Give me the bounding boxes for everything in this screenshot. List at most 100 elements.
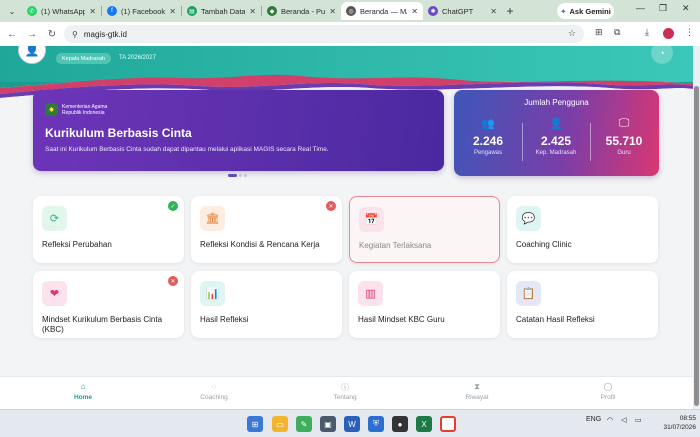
clock-date: 31/07/2026 <box>663 424 696 431</box>
browser-tab[interactable]: ◎ Beranda — MA ✕ <box>341 2 423 20</box>
back-arrow-icon[interactable]: ← <box>4 29 20 40</box>
volume-icon[interactable]: ◁ <box>621 416 626 424</box>
excel-icon[interactable]: X <box>416 416 432 432</box>
tab-close-icon[interactable]: ✕ <box>169 7 176 16</box>
bottom-nav-item[interactable]: ⓘ Tentang <box>305 382 385 401</box>
media-app-icon[interactable]: ● <box>392 416 408 432</box>
calendar-check-icon: 📅 <box>359 207 384 232</box>
chevron-down-icon: ⌄ <box>8 6 16 16</box>
minimize-window-icon[interactable]: — <box>636 3 645 13</box>
menu-card[interactable]: 🏛 Refleksi Kondisi & Rencana Kerja ✕ <box>191 196 342 263</box>
stat-label: Kep. Madrasah <box>535 150 577 156</box>
download-icon[interactable]: ⤓ <box>645 27 649 38</box>
security-shield-icon[interactable]: ⛨ <box>368 416 384 432</box>
carousel-indicator[interactable] <box>228 174 247 177</box>
clipboard-icon: 📋 <box>516 281 541 306</box>
new-tab-button[interactable]: + <box>502 4 518 18</box>
browser-tab[interactable]: ◆ Beranda - Pusat✕ <box>262 2 341 20</box>
page-scrollbar[interactable] <box>693 46 700 409</box>
chat-icon: ◌ <box>211 382 217 391</box>
browser-tab[interactable]: f (1) Facebook ✕ <box>102 2 181 20</box>
tab-close-icon[interactable]: ✕ <box>490 7 497 16</box>
bottom-nav-item[interactable]: ⧗ Riwayat <box>437 382 517 401</box>
extensions-icon[interactable]: ⧉ <box>614 27 620 38</box>
stat-item: 🖵 55.710 Guru <box>590 117 658 156</box>
home-icon: ⌂ <box>80 382 86 391</box>
ask-gemini-button[interactable]: ✦ Ask Gemini <box>557 3 614 19</box>
maximize-window-icon[interactable]: ❐ <box>659 3 667 14</box>
tab-title: ChatGPT <box>442 6 474 16</box>
menu-card-label: Refleksi Perubahan <box>42 240 112 249</box>
browser-tab[interactable]: ✺ ChatGPT ✕ <box>423 2 502 20</box>
system-clock[interactable]: 08:55 31/07/2026 <box>652 414 696 432</box>
menu-card-label: Hasil Mindset KBC Guru <box>358 315 445 324</box>
language-indicator[interactable]: ENG <box>586 416 601 423</box>
menu-card[interactable]: ❤ Mindset Kurikulum Berbasis Cinta (KBC) ✕ <box>33 271 184 338</box>
refresh-icon: ⟳ <box>42 206 67 231</box>
chart-square-icon: ▥ <box>358 281 383 306</box>
web-page: 👤 Kepala Madrasah TA 2026/2027 ◔ ✸ Kemen… <box>0 46 693 409</box>
browser-menu-icon[interactable]: ⋮ <box>685 27 694 38</box>
browser-tab[interactable]: ▤ Tambah Data Ta✕ <box>182 2 261 20</box>
tab-close-icon[interactable]: ✕ <box>249 7 256 16</box>
bottom-nav-item[interactable]: ◯ Profil <box>568 382 648 401</box>
banner-description: Saat ini Kurikulum Berbasis Cinta sudah … <box>45 146 329 153</box>
teacher-icon: 🖵 <box>618 117 630 129</box>
carousel-dot[interactable] <box>228 174 237 177</box>
file-explorer-icon[interactable]: ▭ <box>272 416 288 432</box>
stats-divider <box>590 123 591 161</box>
banner-title: Kurikulum Berbasis Cinta <box>45 126 192 140</box>
forward-arrow-icon[interactable]: → <box>24 29 40 40</box>
ministry-line2: Republik Indonesia <box>62 110 105 116</box>
bottom-nav-label: Home <box>73 394 93 401</box>
menu-card[interactable]: 📋 Catatan Hasil Refleksi <box>507 271 658 338</box>
menu-card[interactable]: ⟳ Refleksi Perubahan ✓ <box>33 196 184 263</box>
tab-close-icon[interactable]: ✕ <box>411 7 418 16</box>
scrollbar-thumb[interactable] <box>694 86 699 406</box>
user-icon: 👤 <box>549 118 563 130</box>
user-icon: ◯ <box>603 382 613 391</box>
tab-close-icon[interactable]: ✕ <box>329 7 336 16</box>
app-icon[interactable]: ▣ <box>320 416 336 432</box>
close-window-icon[interactable]: ✕ <box>682 3 690 14</box>
clock-time: 08:55 <box>679 415 696 422</box>
bottom-nav-item[interactable]: ⌂ Home <box>43 382 123 401</box>
tab-search-dropdown[interactable]: ⌄ <box>2 2 22 20</box>
site-info-icon[interactable]: ⚲ <box>72 30 78 39</box>
tab-favicon-icon: ✆ <box>27 6 37 16</box>
start-menu-icon[interactable]: ⊞ <box>247 416 263 432</box>
chrome-icon[interactable] <box>440 416 456 432</box>
menu-card[interactable]: 📊 Hasil Refleksi <box>191 271 342 338</box>
cross-icon: ✕ <box>326 201 336 211</box>
stat-value: 2.246 <box>472 134 504 148</box>
banner-slide[interactable]: ✸ Kementerian Agama Republik Indonesia K… <box>33 90 444 171</box>
institution-icon: 🏛 <box>200 206 225 231</box>
bottom-nav-item[interactable]: ◌ Coaching <box>174 382 254 401</box>
tab-close-icon[interactable]: ✕ <box>89 7 96 16</box>
bottom-nav-label: Riwayat <box>465 394 489 401</box>
tab-favicon-icon: ▤ <box>187 6 197 16</box>
ministry-name: Kementerian Agama Republik Indonesia <box>62 104 107 116</box>
tab-favicon-icon: f <box>107 6 117 16</box>
address-bar[interactable]: ⚲ magis-gtk.id ☆ <box>64 25 584 43</box>
word-icon[interactable]: W <box>344 416 360 432</box>
profile-avatar-icon[interactable] <box>663 28 674 39</box>
menu-card[interactable]: 💬 Coaching Clinic <box>507 196 658 263</box>
cross-icon: ✕ <box>168 276 178 286</box>
carousel-dot[interactable] <box>239 174 242 177</box>
stats-title: Jumlah Pengguna <box>524 98 589 107</box>
reload-icon[interactable]: ↻ <box>44 29 60 40</box>
translate-icon[interactable]: ⊞ <box>595 27 603 38</box>
ministry-logo-icon: ✸ <box>45 103 58 116</box>
battery-icon[interactable]: ▭ <box>635 416 642 424</box>
menu-card[interactable]: 📅 Kegiatan Terlaksana <box>349 196 500 263</box>
academic-year: TA 2026/2027 <box>119 55 156 61</box>
bottom-nav-label: Coaching <box>200 394 228 401</box>
bookmark-star-icon[interactable]: ☆ <box>568 28 576 39</box>
menu-card[interactable]: ▥ Hasil Mindset KBC Guru <box>349 271 500 338</box>
wifi-icon[interactable]: ◠ <box>607 416 613 424</box>
app-icon[interactable]: ✎ <box>296 416 312 432</box>
browser-tab[interactable]: ✆ (1) WhatsApp ✕ <box>22 2 101 20</box>
carousel-dot[interactable] <box>244 174 247 177</box>
chat-icon: 💬 <box>516 206 541 231</box>
